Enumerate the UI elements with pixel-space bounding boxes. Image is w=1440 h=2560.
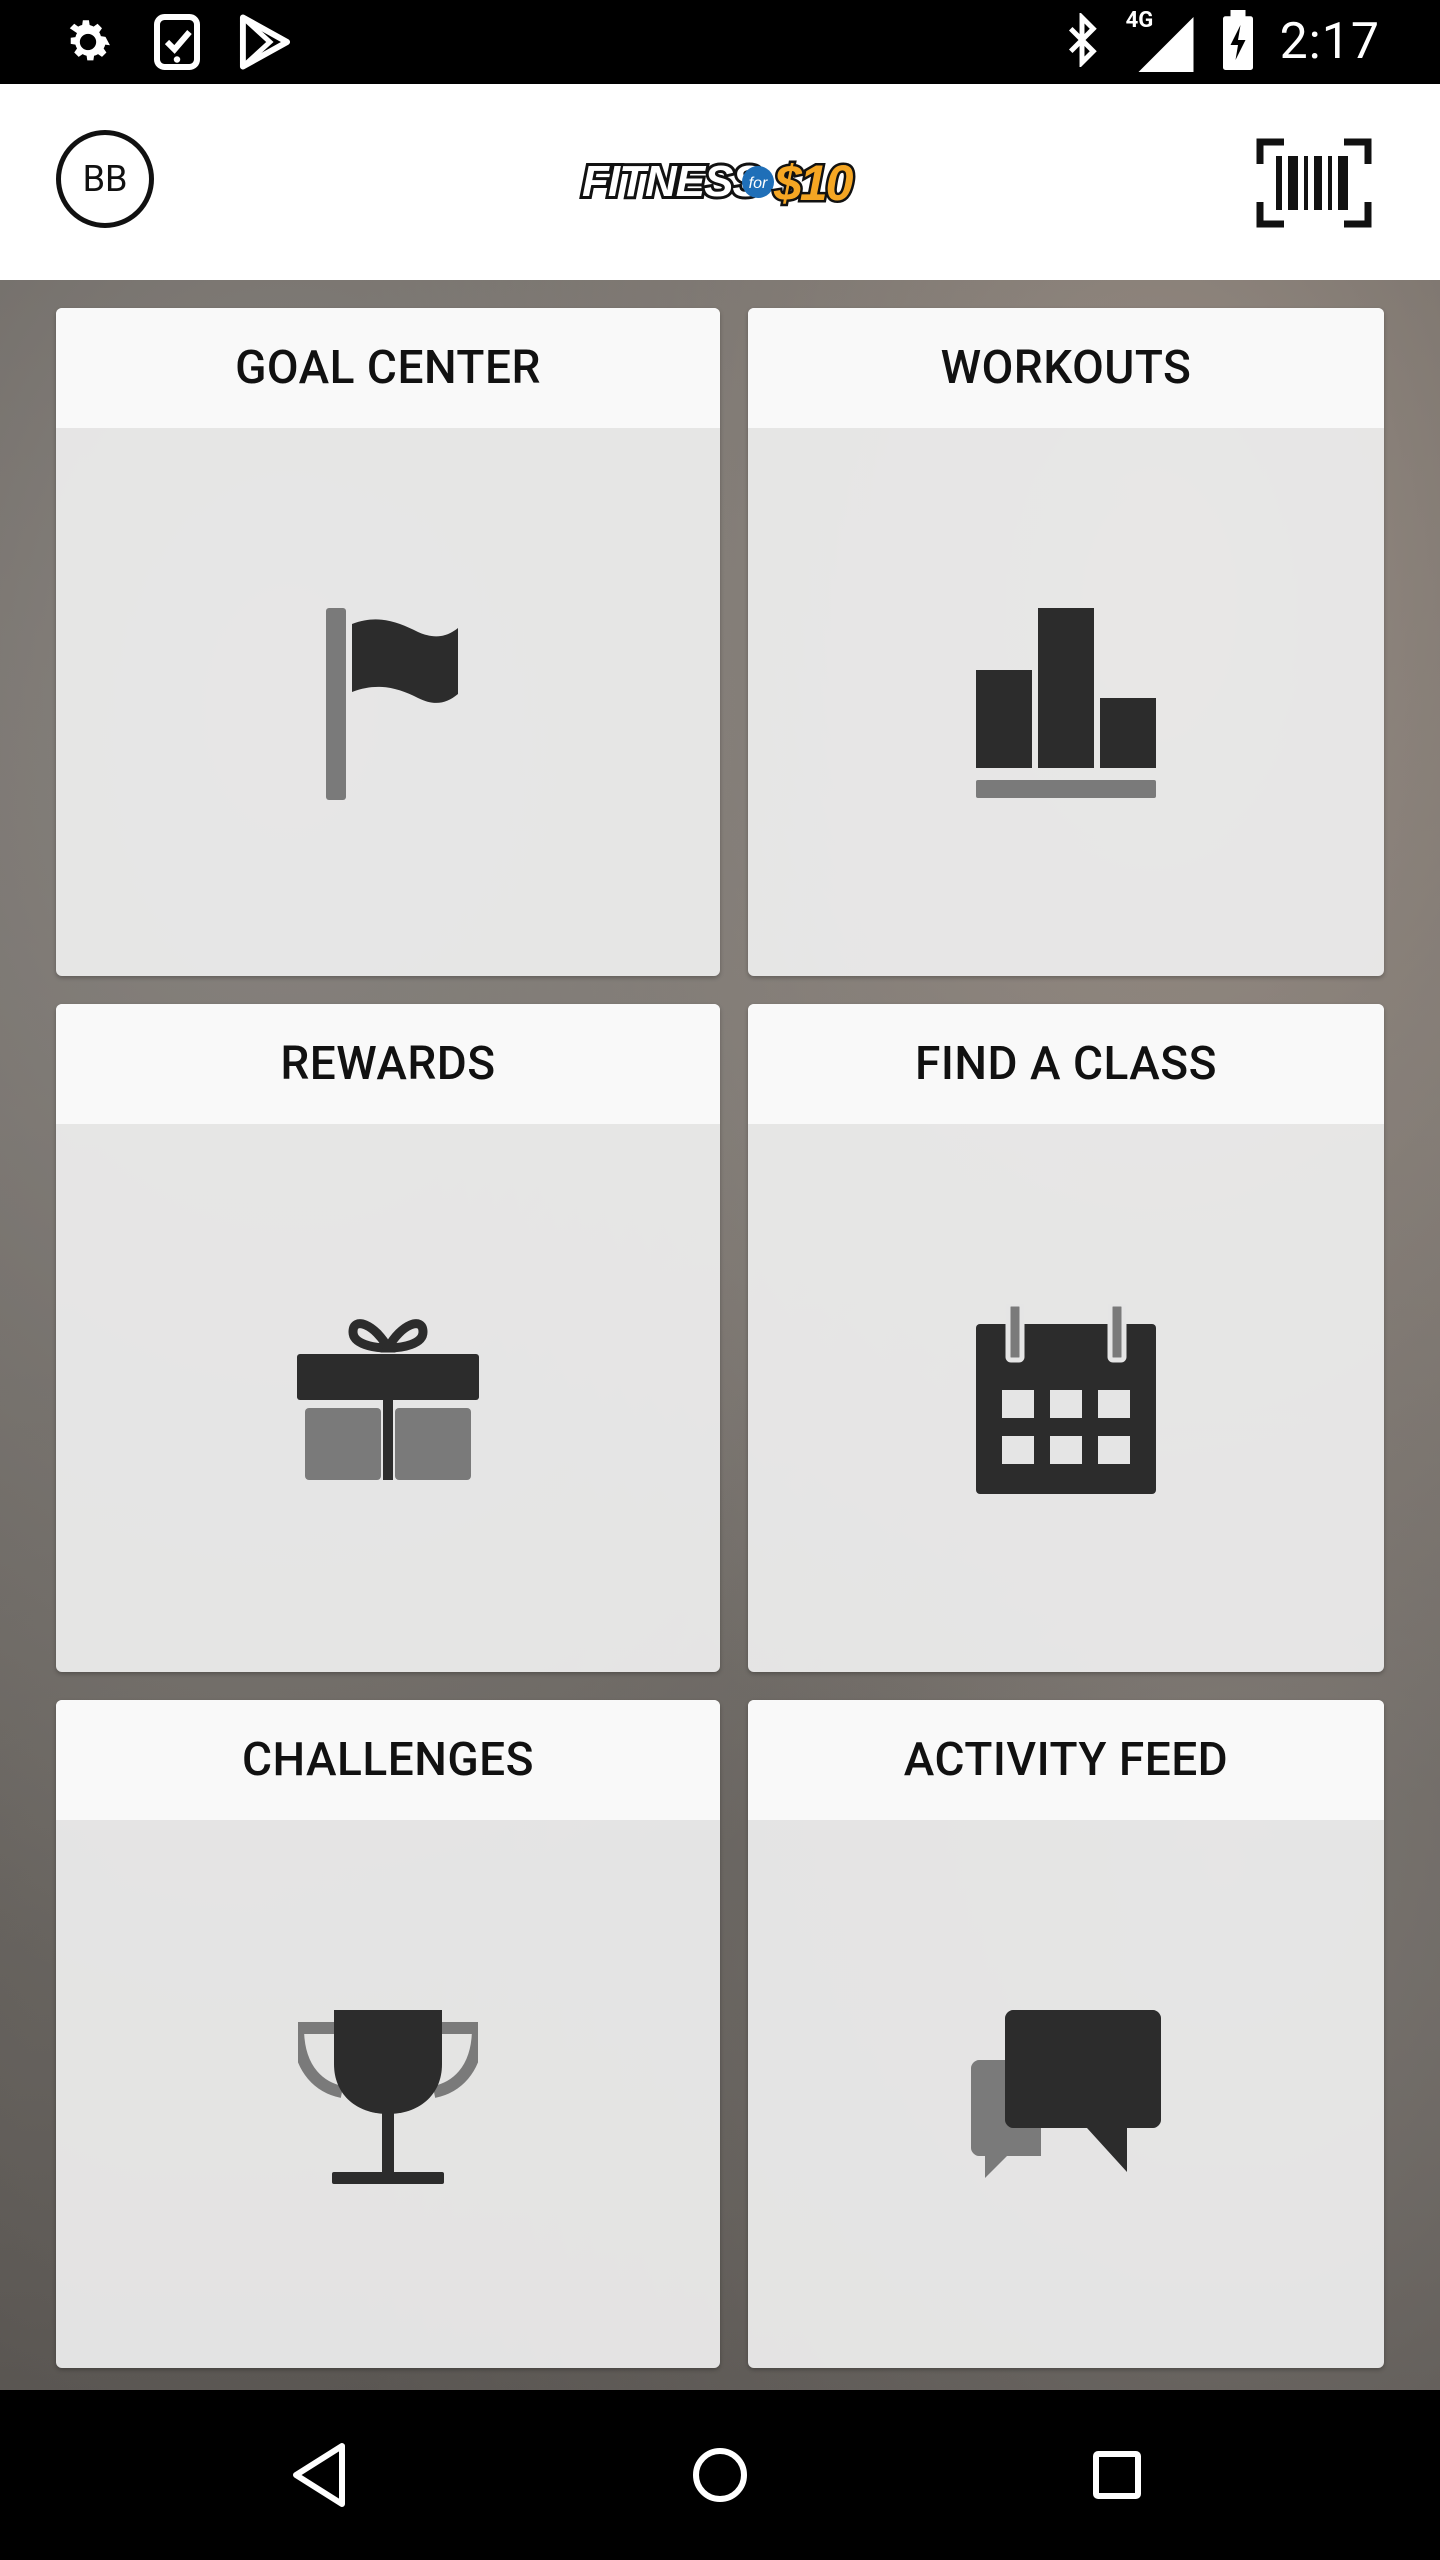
recents-icon: [1093, 2451, 1141, 2499]
tile-label: CHALLENGES: [56, 1700, 720, 1820]
tile-challenges[interactable]: CHALLENGES: [56, 1700, 720, 2368]
tile-goal-center[interactable]: GOAL CENTER: [56, 308, 720, 976]
app-logo: FITNESS for $10: [578, 146, 862, 216]
tile-label: ACTIVITY FEED: [748, 1700, 1384, 1820]
home-button[interactable]: [675, 2430, 765, 2520]
status-time: 2:17: [1279, 13, 1380, 71]
barcode-scanner-button[interactable]: [1256, 138, 1372, 228]
bar-chart-icon: [748, 608, 1384, 800]
logo-text-price: $10: [773, 155, 854, 211]
calendar-icon: [748, 1304, 1384, 1494]
tile-label: REWARDS: [56, 1004, 720, 1124]
gift-icon: [56, 1310, 720, 1480]
tile-rewards[interactable]: REWARDS: [56, 1004, 720, 1672]
logo-text-fitness: FITNESS: [582, 157, 761, 206]
navigation-bar: [0, 2390, 1440, 2560]
trophy-icon: [56, 2010, 720, 2186]
clipboard-check-icon: [154, 12, 200, 76]
bluetooth-icon: [1064, 11, 1100, 71]
avatar[interactable]: BB: [56, 130, 154, 228]
chat-bubbles-icon: [748, 2010, 1384, 2180]
battery-charging-icon: [1222, 10, 1254, 74]
logo-text-for: for: [749, 175, 768, 192]
signal-icon: 4G: [1126, 8, 1196, 72]
avatar-initials: BB: [82, 158, 128, 200]
flag-icon: [56, 608, 720, 800]
tile-activity-feed[interactable]: ACTIVITY FEED: [748, 1700, 1384, 2368]
barcode-scanner-icon: [1256, 138, 1372, 228]
settings-icon: [60, 12, 116, 76]
tile-find-a-class[interactable]: FIND A CLASS: [748, 1004, 1384, 1672]
tile-workouts[interactable]: WORKOUTS: [748, 308, 1384, 976]
app-bar: BB FITNESS for $10: [0, 84, 1440, 280]
back-icon: [293, 2443, 345, 2507]
tile-label: GOAL CENTER: [56, 308, 720, 428]
recents-button[interactable]: [1072, 2430, 1162, 2520]
dashboard-grid: GOAL CENTER WORKOUTS REWARDS FIND A CLAS…: [0, 280, 1440, 2390]
home-icon: [693, 2448, 747, 2502]
tile-label: WORKOUTS: [748, 308, 1384, 428]
tile-label: FIND A CLASS: [748, 1004, 1384, 1124]
status-bar: 4G 2:17: [0, 0, 1440, 84]
back-button[interactable]: [276, 2430, 366, 2520]
play-store-icon: [238, 12, 292, 76]
